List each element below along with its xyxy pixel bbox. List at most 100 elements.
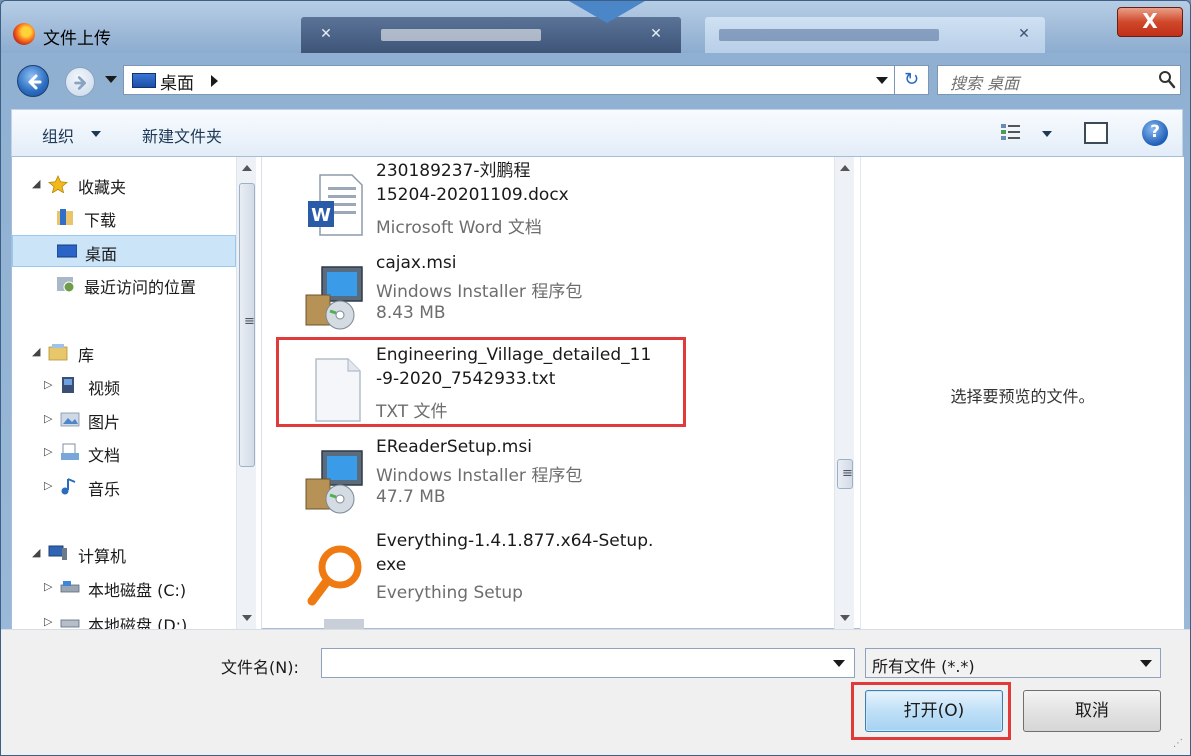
sidebar-item-label: 桌面 <box>85 245 118 264</box>
blurred-tab-title <box>719 29 939 41</box>
file-type: Windows Installer 程序包 <box>376 466 583 486</box>
list-item[interactable]: cajax.msi Windows Installer 程序包 8.43 MB <box>284 251 844 343</box>
help-icon[interactable]: ? <box>1142 120 1168 146</box>
sidebar-item-documents[interactable]: ▷ 文档 <box>12 437 236 469</box>
downloads-folder-icon <box>57 209 73 225</box>
blurred-tab-title <box>381 29 541 41</box>
search-icon[interactable] <box>1158 70 1176 90</box>
filename-label: 文件名(N): <box>221 658 299 677</box>
resize-grip-icon[interactable]: ⋰ <box>1173 738 1187 752</box>
list-item[interactable]: W 230189237-刘鹏程 15204-20201109.docx Micr… <box>284 159 844 251</box>
address-location[interactable]: 桌面 <box>160 69 194 94</box>
hard-drive-icon <box>60 581 80 593</box>
chevron-down-icon[interactable] <box>91 131 101 137</box>
expand-icon[interactable]: ▷ <box>44 580 52 593</box>
background-tab: ✕ <box>705 17 1045 53</box>
chevron-down-icon[interactable] <box>1140 660 1152 667</box>
grip-icon: ≡ <box>842 466 853 481</box>
file-name-line: -9-2020_7542933.txt <box>376 369 556 389</box>
sidebar-item-music[interactable]: ▷ 音乐 <box>12 471 236 503</box>
open-button[interactable]: 打开(O) <box>865 690 1003 732</box>
file-name: Engineering_Village_detailed_11 -9-2020_… <box>376 343 696 391</box>
sidebar-item-label: 下载 <box>84 211 117 230</box>
title-bar[interactable]: ✕ ✕ ✕ 文件上传 X <box>1 1 1190 53</box>
filename-input[interactable] <box>321 648 855 678</box>
list-item[interactable] <box>284 619 844 629</box>
history-dropdown-icon[interactable] <box>105 76 117 83</box>
file-type: TXT 文件 <box>376 402 448 422</box>
sidebar-item-computer[interactable]: ◢ 计算机 <box>12 538 236 570</box>
forward-button[interactable] <box>65 67 95 97</box>
file-name: cajax.msi <box>376 251 696 275</box>
collapse-icon[interactable]: ◢ <box>32 177 40 190</box>
preview-pane: 选择要预览的文件。 <box>860 157 1184 629</box>
close-icon: ✕ <box>320 26 332 42</box>
sidebar-item-libraries[interactable]: ◢ 库 <box>12 337 236 369</box>
list-item[interactable]: Everything-1.4.1.877.x64-Setup. exe Ever… <box>284 529 844 621</box>
chevron-down-icon[interactable] <box>876 77 888 84</box>
address-bar[interactable]: 桌面 <box>123 65 895 95</box>
command-toolbar: 组织 新建文件夹 ? <box>11 109 1183 157</box>
arrow-right-icon <box>74 76 86 90</box>
scrollbar-thumb[interactable]: ≡ <box>239 183 255 467</box>
arrow-left-icon <box>28 74 42 90</box>
close-button[interactable]: X <box>1117 7 1183 37</box>
file-name: 230189237-刘鹏程 15204-20201109.docx <box>376 159 696 207</box>
recent-places-icon <box>57 277 75 293</box>
navigation-bar: 桌面 ↻ 搜索 桌面 <box>1 59 1190 101</box>
chevron-down-icon[interactable] <box>833 660 845 667</box>
partial-file-icon <box>324 619 364 629</box>
scroll-down-icon[interactable] <box>242 615 252 621</box>
file-size: 47.7 MB <box>376 487 446 507</box>
file-name-line: Engineering_Village_detailed_11 <box>376 345 652 365</box>
organize-button[interactable]: 组织 <box>42 123 74 147</box>
file-list[interactable]: W 230189237-刘鹏程 15204-20201109.docx Micr… <box>264 157 858 629</box>
hard-drive-icon <box>60 619 80 628</box>
collapse-icon[interactable]: ◢ <box>32 546 40 559</box>
file-size: 8.43 MB <box>376 303 446 323</box>
navigation-pane-scrollbar[interactable]: ≡ <box>236 157 256 629</box>
sidebar-item-downloads[interactable]: 下载 <box>12 202 236 234</box>
list-item[interactable]: EReaderSetup.msi Windows Installer 程序包 4… <box>284 435 844 527</box>
expand-icon[interactable]: ▷ <box>44 378 52 391</box>
star-icon <box>48 175 68 193</box>
sidebar-item-label: 图片 <box>88 413 121 432</box>
collapse-icon[interactable]: ◢ <box>32 345 40 358</box>
file-upload-dialog: ✕ ✕ ✕ 文件上传 X 桌面 ↻ 搜索 桌面 组织 新建文件夹 ? ◢ 收藏夹… <box>0 0 1191 756</box>
content-area: ◢ 收藏夹 下载 桌面 最近访问的位置 ◢ 库 ▷ 视频 ▷ 图片 ▷ 文档 ▷… <box>11 157 1184 629</box>
sidebar-item-recent-places[interactable]: 最近访问的位置 <box>12 269 236 301</box>
sidebar-item-desktop[interactable]: 桌面 <box>12 235 236 267</box>
sidebar-item-pictures[interactable]: ▷ 图片 <box>12 404 236 436</box>
sidebar-item-videos[interactable]: ▷ 视频 <box>12 370 236 402</box>
expand-icon[interactable]: ▷ <box>44 445 52 458</box>
sidebar-item-label: 最近访问的位置 <box>84 278 197 297</box>
preview-pane-toggle-icon[interactable] <box>1084 122 1108 144</box>
file-name: EReaderSetup.msi <box>376 435 696 459</box>
list-item[interactable]: Engineering_Village_detailed_11 -9-2020_… <box>284 343 844 435</box>
file-name-line: 230189237-刘鹏程 <box>376 161 531 181</box>
filter-selected-value: 所有文件 (*.*) <box>872 657 975 676</box>
scrollbar-thumb[interactable]: ≡ <box>837 459 853 489</box>
file-list-scrollbar[interactable]: ≡ <box>834 157 854 629</box>
file-type: Microsoft Word 文档 <box>376 218 542 238</box>
expand-icon[interactable]: ▷ <box>44 412 52 425</box>
chevron-down-icon[interactable] <box>1042 131 1052 137</box>
scroll-down-icon[interactable] <box>840 615 850 621</box>
scroll-up-icon[interactable] <box>242 165 252 171</box>
new-folder-button[interactable]: 新建文件夹 <box>142 123 222 147</box>
refresh-button[interactable]: ↻ <box>895 65 929 95</box>
search-placeholder: 搜索 桌面 <box>950 74 1020 93</box>
scroll-up-icon[interactable] <box>840 165 850 171</box>
expand-icon[interactable]: ▷ <box>44 615 52 628</box>
file-name-line: exe <box>376 555 407 575</box>
sidebar-item-drive-d[interactable]: ▷ 本地磁盘 (D:) <box>12 607 236 629</box>
search-input[interactable]: 搜索 桌面 <box>937 65 1181 95</box>
cancel-button[interactable]: 取消 <box>1023 690 1161 732</box>
back-button[interactable] <box>17 65 49 97</box>
chevron-right-icon[interactable] <box>211 75 218 87</box>
sidebar-item-drive-c[interactable]: ▷ 本地磁盘 (C:) <box>12 572 236 604</box>
sidebar-item-favorites[interactable]: ◢ 收藏夹 <box>12 169 236 201</box>
expand-icon[interactable]: ▷ <box>44 479 52 492</box>
file-type-filter-select[interactable]: 所有文件 (*.*) <box>865 648 1161 678</box>
view-options-icon[interactable] <box>1000 122 1022 142</box>
